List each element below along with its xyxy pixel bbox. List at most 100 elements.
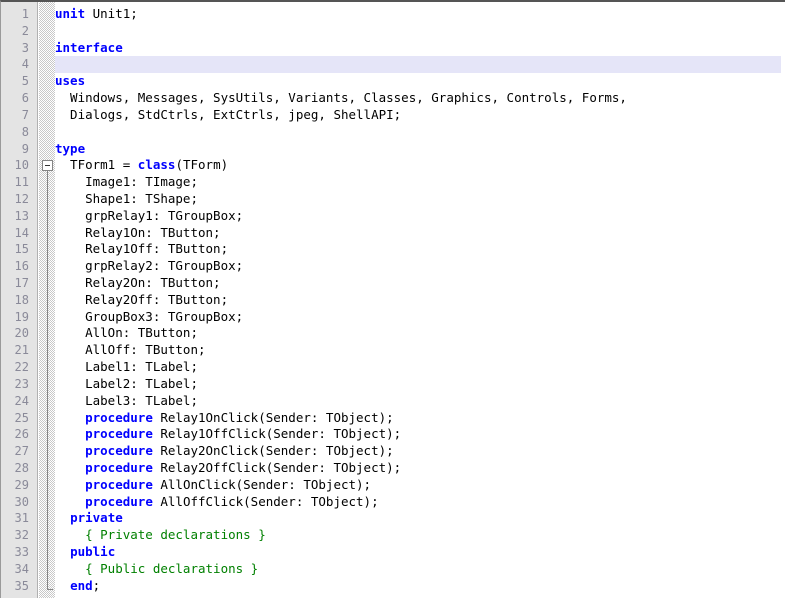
line-number: 26 (14, 427, 29, 442)
line-number: 24 (14, 393, 29, 408)
line-number: 5 (21, 74, 29, 89)
line-number: 12 (14, 191, 29, 206)
code-token: Relay2OnClick(Sender: TObject); (152, 443, 394, 459)
line-number-list: 1 2 3 4 5 6 7 8 9 10 11 12 13 14 15 16 17 18 19 20 21 22 23 24 2… (1, 6, 31, 594)
line-number: 34 (14, 561, 29, 576)
code-line[interactable]: end; (55, 578, 785, 595)
code-keyword: unit (55, 6, 86, 21)
code-editor[interactable]: 1 2 3 4 5 6 7 8 9 10 11 12 13 14 15 16 17 18 19 20 21 22 23 24 2… (0, 0, 785, 598)
code-token: Unit1; (85, 6, 138, 21)
line-number-gutter: 1 2 3 4 5 6 7 8 9 10 11 12 13 14 15 16 17 18 19 20 21 22 23 24 2… (1, 2, 38, 598)
line-number: 15 (14, 242, 29, 257)
code-line[interactable]: { Private declarations } (55, 527, 785, 544)
code-line[interactable]: private (55, 510, 785, 527)
line-number: 9 (21, 141, 29, 156)
code-comment: { Private declarations } (55, 527, 266, 543)
line-number: 22 (14, 360, 29, 375)
code-line[interactable]: AllOff: TButton; (55, 342, 785, 359)
code-line[interactable]: Shape1: TShape; (55, 191, 785, 208)
line-number: 28 (14, 460, 29, 475)
code-line[interactable]: GroupBox3: TGroupBox; (55, 309, 785, 326)
code-line[interactable]: grpRelay1: TGroupBox; (55, 208, 785, 225)
code-folding-strip[interactable] (39, 2, 55, 598)
code-line[interactable]: Relay2On: TButton; (55, 275, 785, 292)
code-line[interactable]: AllOn: TButton; (55, 325, 785, 342)
code-token: AllOffClick(Sender: TObject); (152, 493, 379, 509)
code-line[interactable]: interface (55, 40, 785, 57)
code-line[interactable]: Windows, Messages, SysUtils, Variants, C… (55, 90, 785, 107)
line-number: 20 (14, 326, 29, 341)
code-line[interactable]: TForm1 = class(TForm) (55, 157, 785, 174)
line-number: 17 (14, 276, 29, 290)
fold-guide-line (47, 171, 48, 589)
code-line[interactable]: procedure Relay1OnClick(Sender: TObject)… (55, 410, 785, 427)
code-keyword: public (70, 544, 116, 559)
code-keyword: interface (55, 39, 123, 55)
line-number: 7 (21, 107, 29, 122)
code-line[interactable]: procedure Relay2OnClick(Sender: TObject)… (55, 443, 785, 460)
line-number: 8 (21, 124, 29, 139)
code-token: Image1: TImage; (55, 174, 198, 190)
code-token: Relay1OffClick(Sender: TObject); (152, 426, 402, 442)
code-line[interactable]: procedure AllOffClick(Sender: TObject); (55, 494, 785, 511)
code-keyword: end (70, 577, 93, 593)
code-token: grpRelay1: TGroupBox; (55, 207, 244, 223)
code-line[interactable]: procedure Relay2OffClick(Sender: TObject… (55, 460, 785, 477)
code-token: AllOnClick(Sender: TObject); (152, 476, 372, 492)
code-line[interactable]: unit Unit1; (55, 6, 785, 23)
code-line[interactable]: type (55, 141, 785, 158)
code-token: AllOff: TButton; (55, 342, 206, 358)
code-line[interactable]: Label1: TLabel; (55, 359, 785, 376)
line-number: 10 (14, 158, 29, 173)
line-number: 30 (14, 494, 29, 509)
code-line[interactable]: procedure AllOnClick(Sender: TObject); (55, 477, 785, 494)
line-number: 23 (14, 376, 29, 391)
code-token: Relay2Off: TButton; (55, 291, 229, 307)
line-number: 19 (14, 309, 29, 324)
code-token: grpRelay2: TGroupBox; (55, 258, 244, 274)
code-token: Relay1Off: TButton; (55, 241, 229, 257)
code-token: Windows, Messages, SysUtils, Variants, C… (55, 90, 627, 106)
code-token: Label1: TLabel; (55, 359, 198, 375)
code-token: GroupBox3: TGroupBox; (55, 308, 244, 324)
line-number: 6 (21, 91, 29, 106)
code-line[interactable]: Image1: TImage; (55, 174, 785, 191)
minus-box-icon[interactable] (42, 160, 53, 172)
code-line[interactable] (55, 23, 785, 40)
code-token: Shape1: TShape; (55, 190, 198, 206)
code-text-area[interactable]: unit Unit1; interface uses Windows, Mess… (39, 2, 785, 598)
code-keyword: procedure (85, 493, 153, 509)
code-keyword: procedure (85, 443, 153, 459)
code-line[interactable]: procedure Relay1OffClick(Sender: TObject… (55, 426, 785, 443)
code-line-current[interactable] (39, 56, 785, 74)
code-line[interactable]: Relay2Off: TButton; (55, 292, 785, 309)
code-keyword: private (70, 510, 123, 526)
code-line[interactable]: grpRelay2: TGroupBox; (55, 258, 785, 275)
code-line[interactable]: Label3: TLabel; (55, 393, 785, 410)
line-number: 1 (21, 7, 29, 21)
code-token: Relay1On: TButton; (55, 224, 221, 240)
code-line[interactable]: uses (55, 73, 785, 90)
code-line[interactable]: Relay1Off: TButton; (55, 241, 785, 258)
line-number: 35 (14, 578, 29, 593)
code-token: Label2: TLabel; (55, 375, 198, 391)
code-line[interactable] (55, 124, 785, 141)
line-number: 11 (14, 175, 29, 190)
code-token: Label3: TLabel; (55, 392, 198, 408)
code-token: Relay2OffClick(Sender: TObject); (152, 459, 402, 475)
code-line[interactable]: { Public declarations } (55, 561, 785, 578)
code-line[interactable]: public (55, 544, 785, 561)
code-line[interactable]: Label2: TLabel; (55, 376, 785, 393)
line-number: 16 (14, 259, 29, 274)
code-token: Relay2On: TButton; (55, 275, 221, 290)
code-line[interactable]: Dialogs, StdCtrls, ExtCtrls, jpeg, Shell… (55, 107, 785, 124)
line-number: 27 (14, 444, 29, 459)
code-line[interactable]: Relay1On: TButton; (55, 225, 785, 242)
